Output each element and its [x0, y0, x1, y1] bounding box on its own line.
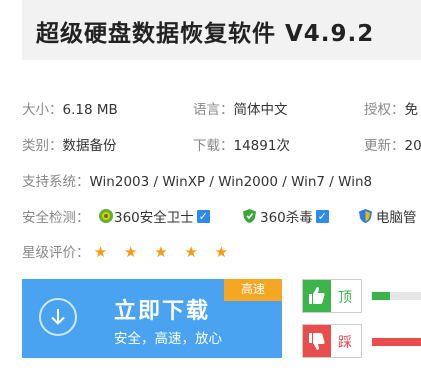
title-bar: 超级硬盘数据恢复软件 V4.9.2: [22, 0, 421, 60]
license-field: 授权：免: [364, 98, 418, 118]
vote-up-bar-track: [390, 292, 421, 300]
downloads-label: 下载：: [193, 138, 234, 154]
size-value: 6.18 MB: [62, 102, 118, 118]
vote-down-label: 踩: [338, 335, 352, 351]
category-value[interactable]: 数据备份: [63, 138, 117, 154]
pc-manager-icon: [359, 209, 372, 223]
updated-field: 更新：20: [364, 134, 421, 154]
download-main-label: 立即下载: [114, 299, 211, 324]
vote-up-bar: [372, 292, 390, 300]
security-item-label: 电脑管: [376, 210, 417, 226]
updated-label: 更新：: [364, 138, 405, 154]
vote-up-button[interactable]: 顶: [302, 279, 362, 313]
language-field: 语言：简体中文: [193, 98, 288, 118]
security-item-label: 360安全卫士: [114, 210, 194, 226]
page-title: 超级硬盘数据恢复软件 V4.9.2: [36, 21, 375, 47]
star-rating: ★ ★ ★ ★ ★: [93, 243, 235, 261]
vote-down-button[interactable]: 踩: [302, 324, 362, 358]
download-icon: [39, 298, 77, 336]
download-sub-label: 安全，高速，放心: [114, 331, 222, 347]
high-speed-badge: 高速: [224, 279, 282, 301]
updated-value: 20: [404, 138, 421, 154]
security-item-360-guard[interactable]: 360安全卫士 ✓: [98, 206, 210, 226]
360-antivirus-icon: [243, 209, 256, 223]
language-label: 语言：: [193, 102, 234, 118]
downloads-field: 下载：14891次: [193, 134, 290, 154]
thumbs-down-icon: [303, 325, 331, 357]
vote-down-bar: [372, 338, 421, 346]
security-item-360-antivirus[interactable]: 360杀毒 ✓: [242, 206, 329, 226]
security-item-label: 360杀毒: [260, 210, 313, 226]
license-value: 免: [404, 102, 419, 118]
downloads-value: 14891次: [233, 138, 290, 154]
os-row: 支持系统：Win2003 / WinXP / Win2000 / Win7 / …: [22, 170, 372, 190]
security-label: 安全检测：: [22, 210, 90, 226]
vote-up-label: 顶: [338, 290, 352, 306]
security-item-pc-manager[interactable]: 电脑管: [358, 206, 417, 226]
check-icon: ✓: [196, 209, 210, 223]
language-value: 简体中文: [233, 102, 288, 118]
size-label: 大小：: [22, 102, 63, 118]
os-value: Win2003 / WinXP / Win2000 / Win7 / Win8: [89, 174, 373, 190]
size-field: 大小：6.18 MB: [22, 98, 118, 118]
check-icon: ✓: [315, 209, 329, 223]
rating-row: 星级评价： ★ ★ ★ ★ ★: [22, 241, 234, 261]
category-label: 类别：: [22, 138, 63, 154]
360-guard-icon: [99, 209, 113, 223]
os-label: 支持系统：: [22, 174, 90, 190]
rating-label: 星级评价：: [22, 245, 90, 261]
license-label: 授权：: [364, 102, 405, 118]
thumbs-up-icon: [303, 280, 331, 312]
download-button[interactable]: 立即下载 安全，高速，放心 高速: [22, 279, 282, 358]
category-field: 类别：数据备份: [22, 134, 117, 154]
